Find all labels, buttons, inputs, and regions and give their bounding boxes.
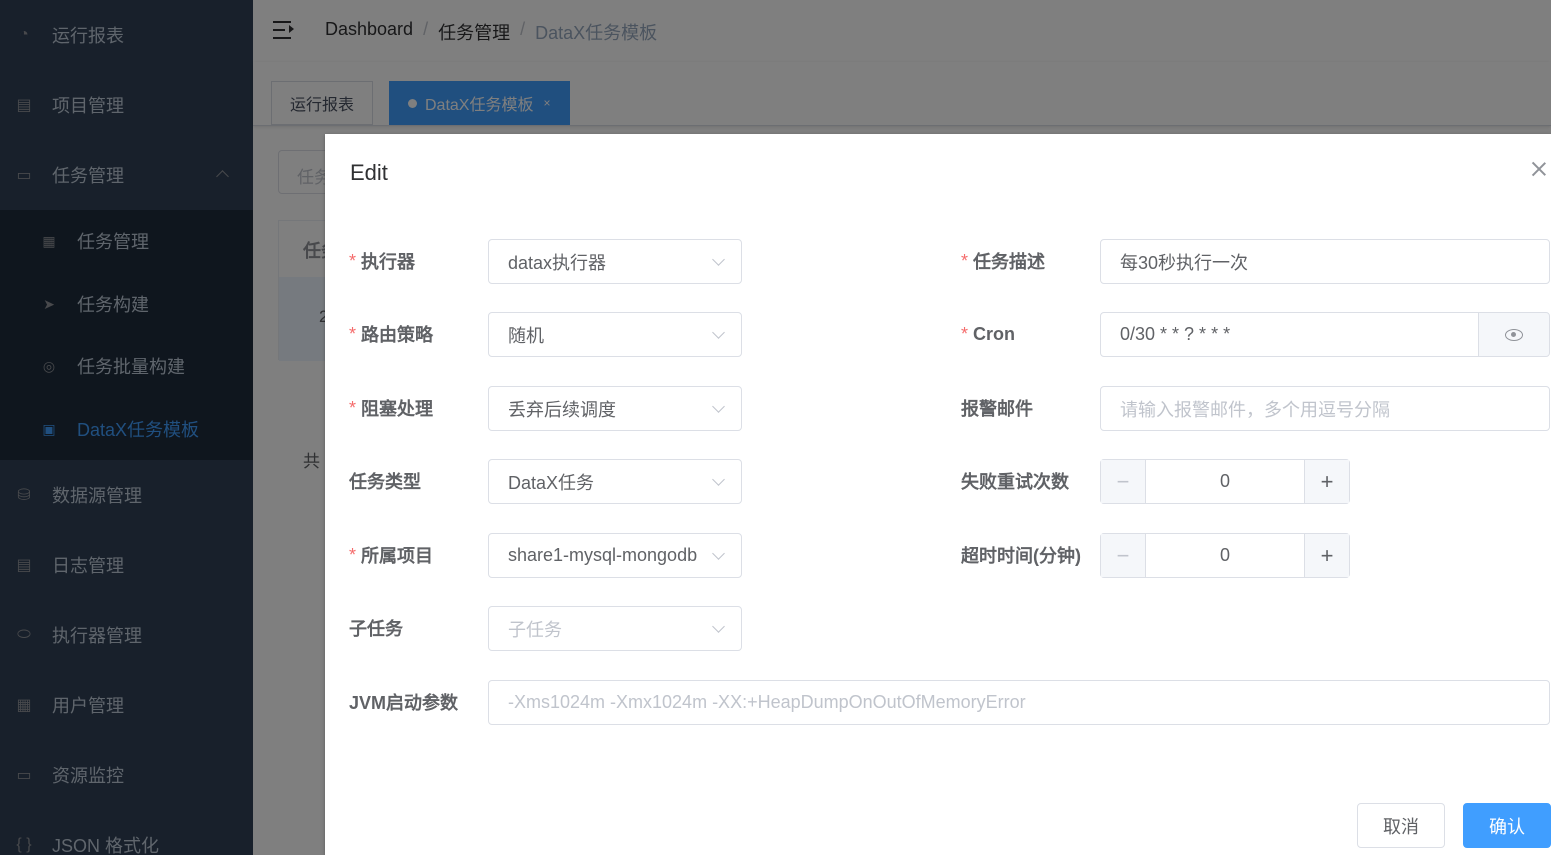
jvm-input[interactable]: -Xms1024m -Xmx1024m -XX:+HeapDumpOnOutOf… (488, 680, 1550, 725)
task-type-select[interactable]: DataX任务 (488, 459, 742, 504)
executor-label: * 执行器 (349, 250, 416, 273)
cancel-button[interactable]: 取消 (1357, 803, 1445, 848)
executor-select[interactable]: datax执行器 (488, 239, 742, 284)
email-input[interactable]: 请输入报警邮件，多个用逗号分隔 (1100, 386, 1550, 431)
email-label: 报警邮件 (961, 399, 1033, 419)
project-value: share1-mysql-mongodb (508, 545, 698, 565)
cron-label: * Cron (961, 323, 1016, 344)
cron-picker-button[interactable] (1478, 313, 1549, 356)
plus-icon[interactable]: + (1304, 460, 1349, 503)
route-label: * 路由策略 (349, 323, 434, 346)
close-icon[interactable] (1530, 160, 1548, 178)
plus-icon[interactable]: + (1304, 534, 1349, 577)
block-value: 丢弃后续调度 (508, 399, 616, 420)
child-task-select[interactable]: 子任务 (488, 606, 742, 651)
cron-input[interactable]: 0/30 * * ? * * * (1100, 312, 1550, 357)
retry-value[interactable]: 0 (1146, 460, 1304, 503)
retry-stepper: − 0 + (1100, 459, 1350, 504)
jvm-label: JVM启动参数 (349, 693, 459, 713)
minus-icon[interactable]: − (1101, 460, 1146, 503)
cron-value: 0/30 * * ? * * * (1120, 324, 1231, 344)
route-select[interactable]: 随机 (488, 312, 742, 357)
desc-input[interactable]: 每30秒执行一次 (1100, 239, 1550, 284)
project-select[interactable]: share1-mysql-mongodb (488, 533, 742, 578)
chevron-down-icon (712, 620, 725, 633)
toggle-icon (1505, 328, 1523, 341)
child-task-placeholder: 子任务 (508, 619, 562, 640)
route-value: 随机 (508, 325, 544, 346)
chevron-down-icon (712, 253, 725, 266)
chevron-down-icon (712, 473, 725, 486)
minus-icon[interactable]: − (1101, 534, 1146, 577)
timeout-stepper: − 0 + (1100, 533, 1350, 578)
block-select[interactable]: 丢弃后续调度 (488, 386, 742, 431)
timeout-value[interactable]: 0 (1146, 534, 1304, 577)
retry-label: 失败重试次数 (961, 472, 1069, 492)
confirm-button[interactable]: 确认 (1463, 803, 1551, 848)
timeout-label: 超时时间(分钟) (961, 546, 1081, 566)
task-type-label: 任务类型 (349, 472, 421, 492)
chevron-down-icon (712, 326, 725, 339)
executor-value: datax执行器 (508, 252, 607, 273)
project-label: * 所属项目 (349, 544, 434, 567)
task-type-value: DataX任务 (508, 472, 595, 493)
chevron-down-icon (712, 400, 725, 413)
child-task-label: 子任务 (349, 619, 403, 639)
dialog-title: Edit (350, 160, 388, 185)
edit-dialog: Edit * 执行器 datax执行器 * 路由策略 随机 * 阻塞处理 丢弃后续调度… (325, 134, 1551, 855)
block-label: * 阻塞处理 (349, 397, 434, 420)
desc-label: * 任务描述 (961, 250, 1046, 273)
chevron-down-icon (712, 547, 725, 560)
